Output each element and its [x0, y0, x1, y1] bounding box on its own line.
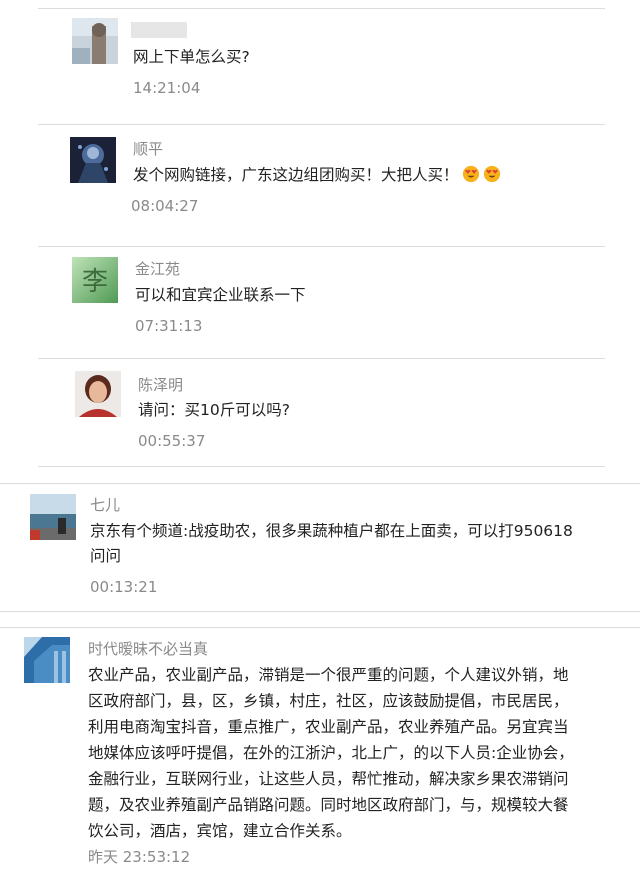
- comment-time: 00:13:21: [90, 578, 158, 596]
- comment-time: 昨天 23:53:12: [88, 848, 191, 866]
- seaside-photo-avatar-icon[interactable]: [30, 494, 76, 540]
- comment-time: 00:55:37: [138, 432, 206, 450]
- comment-time: 14:21:04: [133, 79, 201, 97]
- comment-text-line: 利用电商淘宝抖音，重点推广，农业副产品，农业养殖产品。另宜宾当: [88, 718, 569, 736]
- comment-text-content: 发个网购链接，广东这边组团购买！大把人买！: [133, 166, 459, 184]
- separator: [0, 483, 640, 484]
- comment-text-line: 金融行业，互联网行业，让这些人员，帮忙推动，解决家乡果农滞销问: [88, 770, 569, 788]
- fantasy-portrait-avatar-icon[interactable]: [70, 137, 116, 183]
- comment-time: 08:04:27: [131, 197, 199, 215]
- separator: [38, 358, 605, 359]
- separator: [0, 611, 640, 612]
- heart-eyes-emoji-icon: [483, 165, 500, 183]
- comment-text: 可以和宜宾企业联系一下: [135, 286, 306, 304]
- comment-text-line: 问问: [90, 547, 122, 565]
- separator: [38, 124, 605, 125]
- blue-building-avatar-icon[interactable]: [24, 637, 70, 683]
- comment-text: 发个网购链接，广东这边组团购买！大把人买！: [133, 162, 501, 188]
- avatar-character: 李: [82, 267, 108, 297]
- separator: [0, 627, 640, 628]
- comment-text: 网上下单怎么买?: [133, 48, 250, 66]
- comment-text-line: 地媒体应该呼吁提倡，在外的江浙沪，北上广，的以下人员:企业协会，: [88, 744, 574, 762]
- comment-text-line: 京东有个频道:战疫助农，很多果蔬种植户都在上面卖，可以打950618: [90, 522, 573, 540]
- commenter-name[interactable]: 时代暧昧不必当真: [88, 639, 208, 659]
- comment-text: 请问：买10斤可以吗?: [138, 401, 290, 419]
- separator: [38, 466, 605, 467]
- comment-text-line: 农业产品，农业副产品，滞销是一个很严重的问题，个人建议外销，地: [88, 666, 569, 684]
- person-photo-avatar-icon[interactable]: [72, 18, 118, 64]
- separator: [38, 8, 605, 9]
- comment-text-line: 饮公司，酒店，宾馆，建立合作关系。: [88, 822, 352, 840]
- comment-time: 07:31:13: [135, 317, 203, 335]
- commenter-name-blurred: [131, 22, 187, 38]
- comment-text-line: 题，及农业养殖副产品销路问题。同时地区政府部门，与，规模较大餐: [88, 796, 569, 814]
- separator: [38, 246, 605, 247]
- commenter-name[interactable]: 金江苑: [135, 259, 180, 279]
- commenter-name[interactable]: 七儿: [90, 495, 120, 515]
- woman-portrait-avatar-icon[interactable]: [75, 371, 121, 417]
- comment-text-line: 区政府部门，县，区，乡镇，村庄，社区，应该鼓励提倡，市民居民，: [88, 692, 569, 710]
- commenter-name[interactable]: 顺平: [133, 139, 163, 159]
- li-character-avatar-icon[interactable]: 李: [72, 257, 118, 303]
- heart-eyes-emoji-icon: [462, 165, 479, 183]
- commenter-name[interactable]: 陈泽明: [138, 375, 183, 395]
